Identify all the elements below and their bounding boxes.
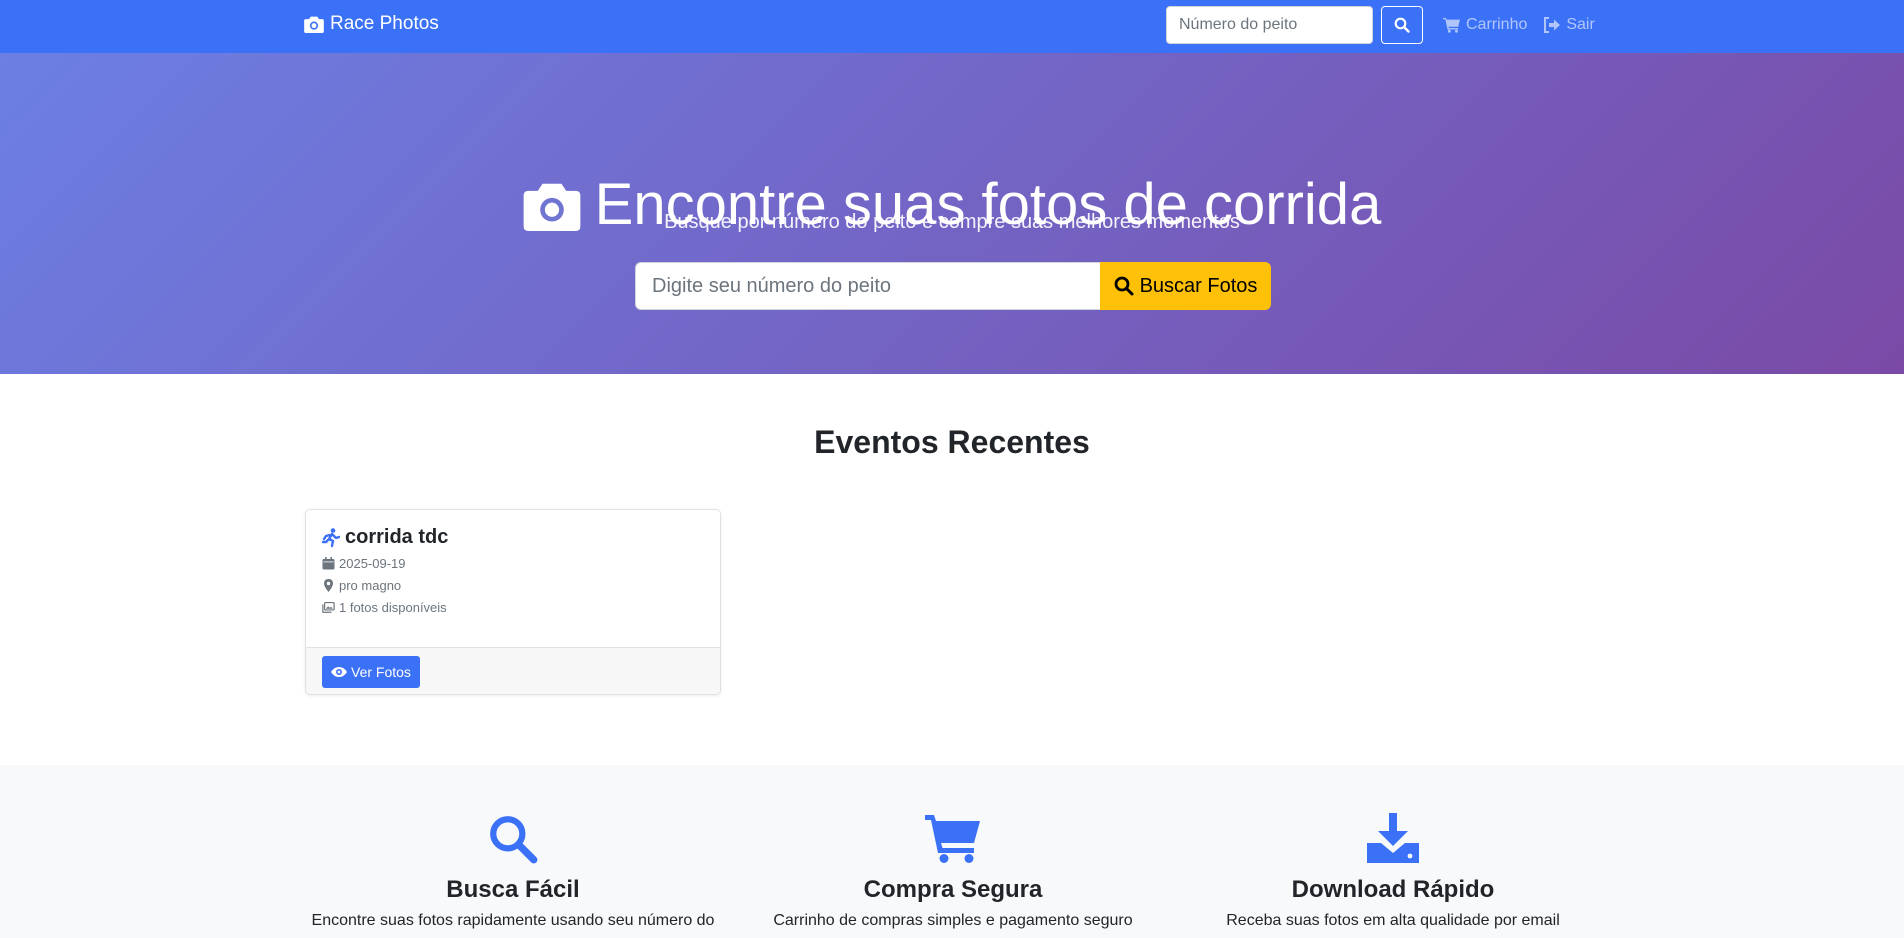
cart-icon [1443, 17, 1460, 33]
camera-icon [304, 16, 324, 33]
feature-title: Download Rápido [1291, 876, 1495, 903]
hero-search-group: Buscar Fotos [635, 262, 1271, 310]
logout-label: Sair [1566, 16, 1595, 33]
nav-search-button[interactable] [1381, 6, 1423, 44]
event-location: pro magno [322, 578, 704, 593]
event-card-body: corrida tdc 2025-09-19 pro magno 1 fotos… [306, 510, 720, 647]
feature-title: Busca Fácil [446, 876, 580, 903]
eye-icon [331, 667, 347, 677]
feature-text: Receba suas fotos em alta qualidade por … [1226, 912, 1560, 929]
calendar-icon [322, 557, 335, 570]
event-photo-count-text: 1 fotos disponíveis [339, 600, 447, 615]
search-photos-button[interactable]: Buscar Fotos [1100, 262, 1271, 310]
view-photos-label: Ver Fotos [351, 664, 411, 680]
event-name: corrida tdc [345, 526, 449, 548]
search-photos-label: Buscar Fotos [1139, 274, 1258, 297]
hero-search-input[interactable] [635, 262, 1100, 310]
event-card: corrida tdc 2025-09-19 pro magno 1 fotos… [305, 509, 721, 695]
cart-label: Carrinho [1466, 16, 1528, 33]
navbar-actions: Carrinho Sair [1166, 6, 1595, 44]
bib-search-input[interactable] [1166, 6, 1373, 44]
event-photo-count: 1 fotos disponíveis [322, 600, 704, 615]
images-icon [322, 601, 335, 613]
cart-link[interactable]: Carrinho [1443, 16, 1527, 34]
event-card-footer: Ver Fotos [306, 647, 720, 694]
search-icon [490, 816, 538, 864]
navbar: Race Photos Carrinho Sair [0, 0, 1904, 53]
cart-icon [925, 815, 980, 863]
features-section: Busca Fácil Encontre suas fotos rapidame… [0, 765, 1904, 938]
feature-text: Carrinho de compras simples e pagamento … [773, 912, 1133, 929]
event-date: 2025-09-19 [322, 556, 704, 571]
brand-label: Race Photos [330, 13, 439, 34]
event-date-text: 2025-09-19 [339, 556, 406, 571]
map-pin-icon [324, 579, 333, 592]
event-title: corrida tdc [322, 526, 704, 549]
search-icon [1394, 17, 1410, 33]
hero-subtitle: Busque por número do peito e compre suas… [664, 211, 1240, 233]
event-location-text: pro magno [339, 578, 402, 593]
view-photos-button[interactable]: Ver Fotos [322, 656, 420, 688]
feature-text: Encontre suas fotos rapidamente usando s… [311, 912, 715, 929]
recent-events-section: Eventos Recentes corrida tdc 2025-09-19 … [0, 374, 1904, 765]
search-icon [1114, 276, 1134, 296]
download-icon [1367, 813, 1419, 863]
logout-icon [1544, 17, 1561, 33]
hero-banner: Encontre suas fotos de corrida Busque po… [0, 53, 1904, 374]
logout-link[interactable]: Sair [1543, 16, 1595, 34]
recent-events-heading: Eventos Recentes [814, 424, 1090, 460]
brand-link[interactable]: Race Photos [304, 13, 439, 35]
feature-title: Compra Segura [863, 876, 1043, 903]
running-icon [322, 527, 340, 547]
